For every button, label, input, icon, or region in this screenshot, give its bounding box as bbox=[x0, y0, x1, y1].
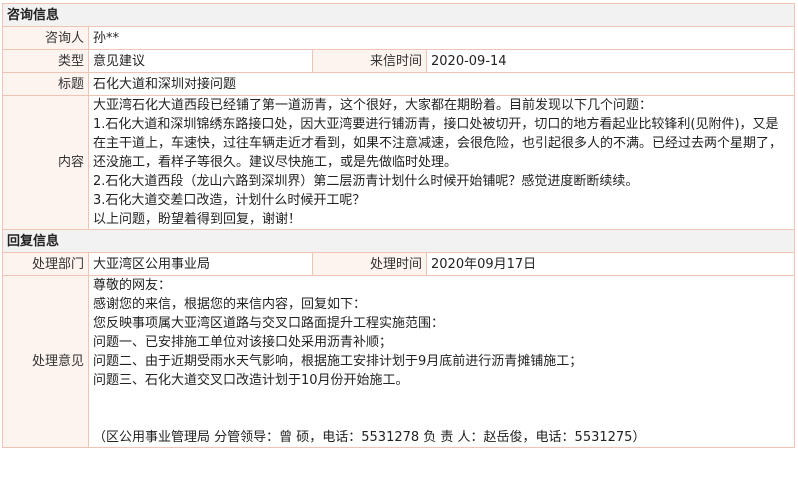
letter-date-value: 2020-09-14 bbox=[426, 49, 795, 73]
content-paragraph: 2.石化大道西段（龙山六路到深圳界）第二层沥青计划什么时候开始铺呢？感觉进度断断… bbox=[93, 174, 639, 189]
asker-label: 咨询人 bbox=[2, 26, 89, 50]
opinion-line: 问题一、已安排施工单位对该接口处采用沥青补顺； bbox=[93, 335, 393, 350]
content-body: 大亚湾石化大道西段已经铺了第一道沥青，这个很好，大家都在期盼着。目前发现以下几个… bbox=[88, 95, 795, 230]
opinion-signature: （区公用事业管理局 分管领导：曾 硕，电话：5531278 负 责 人：赵岳俊，… bbox=[93, 430, 646, 445]
content-paragraph: 1.石化大道和深圳锦绣东路接口处，因大亚湾要进行铺沥青，接口处被切开，切口的地方… bbox=[93, 117, 783, 170]
opinion-line: 问题三、石化大道交叉口改造计划于10月份开始施工。 bbox=[93, 373, 409, 388]
letter-date-label: 来信时间 bbox=[312, 49, 427, 73]
handle-time-value: 2020年09月17日 bbox=[426, 252, 795, 276]
type-label: 类型 bbox=[2, 49, 89, 73]
inquiry-section-header: 咨询信息 bbox=[2, 3, 795, 27]
opinion-label: 处理意见 bbox=[2, 275, 89, 448]
opinion-spacer bbox=[93, 390, 790, 428]
type-value: 意见建议 bbox=[88, 49, 313, 73]
opinion-line: 问题二、由于近期受雨水天气影响，根据施工安排计划于9月底前进行沥青摊铺施工； bbox=[93, 354, 583, 369]
handle-time-label: 处理时间 bbox=[312, 252, 427, 276]
content-paragraph: 以上问题，盼望着得到回复，谢谢！ bbox=[93, 212, 302, 227]
content-paragraph: 3.石化大道交差口改造，计划什么时候开工呢？ bbox=[93, 193, 366, 208]
content-label: 内容 bbox=[2, 95, 89, 230]
dept-label: 处理部门 bbox=[2, 252, 89, 276]
subject-value: 石化大道和深圳对接问题 bbox=[88, 72, 795, 96]
opinion-line: 尊敬的网友： bbox=[93, 278, 172, 293]
inquiry-detail-table: 咨询信息 咨询人 孙** 类型 意见建议 来信时间 2020-09-14 标题 … bbox=[2, 3, 795, 448]
opinion-body: 尊敬的网友： 感谢您的来信，根据您的来信内容，回复如下： 您反映事项属大亚湾区道… bbox=[88, 275, 795, 448]
reply-section-header: 回复信息 bbox=[2, 229, 795, 253]
opinion-line: 感谢您的来信，根据您的来信内容，回复如下： bbox=[93, 297, 367, 312]
dept-value: 大亚湾区公用事业局 bbox=[88, 252, 313, 276]
content-paragraph: 大亚湾石化大道西段已经铺了第一道沥青，这个很好，大家都在期盼着。目前发现以下几个… bbox=[93, 98, 653, 113]
opinion-line: 您反映事项属大亚湾区道路与交叉口路面提升工程实施范围： bbox=[93, 316, 445, 331]
subject-label: 标题 bbox=[2, 72, 89, 96]
asker-value: 孙** bbox=[88, 26, 795, 50]
